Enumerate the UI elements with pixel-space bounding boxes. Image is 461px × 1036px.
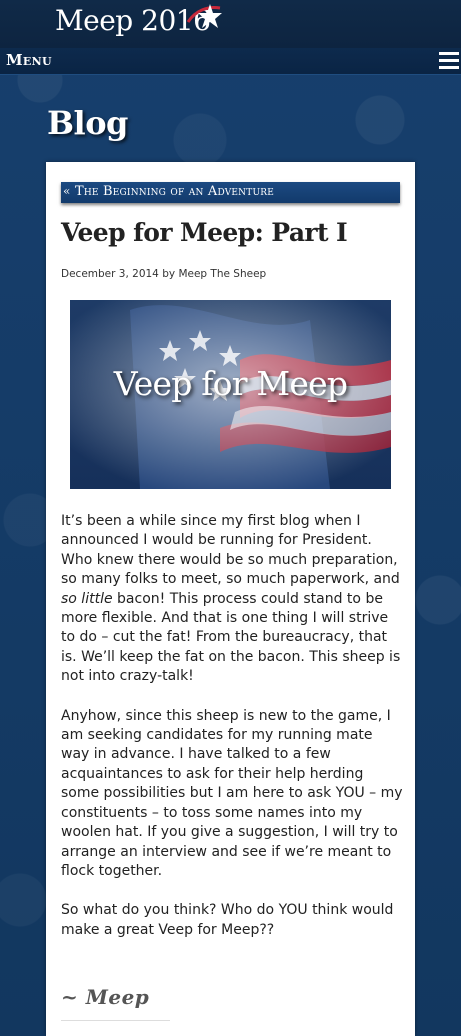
hamburger-menu-icon[interactable]	[439, 52, 459, 70]
double-chevron-left-icon: «	[63, 184, 71, 198]
post-paragraph-1: It’s been a while since my first blog wh…	[61, 513, 401, 685]
post-title: Veep for Meep: Part I	[61, 218, 348, 247]
previous-post-label: The Beginning of an Adventure	[75, 184, 274, 199]
banner-caption: Veep for Meep	[113, 364, 348, 403]
page-title: Blog	[47, 104, 128, 142]
star-icon	[186, 4, 222, 28]
post-paragraph-3: So what do you think? Who do YOU think w…	[61, 902, 394, 938]
post-date-link[interactable]: December 3, 2014	[61, 268, 159, 280]
post-meta: December 3, 2014 by Meep The Sheep	[61, 268, 266, 280]
post-by-label: by	[162, 268, 176, 280]
previous-post-link[interactable]: « The Beginning of an Adventure	[61, 182, 400, 203]
post-author-link[interactable]: Meep The Sheep	[178, 268, 266, 280]
menu-bar: Menu	[0, 48, 461, 75]
emphasis-text: so little	[61, 590, 113, 607]
post-paragraph-2: Anyhow, since this sheep is new to the g…	[61, 707, 403, 879]
post-body: It’s been a while since my first blog wh…	[61, 512, 403, 960]
menu-toggle-label[interactable]: Menu	[6, 51, 52, 69]
post-banner-image: Veep for Meep	[70, 300, 391, 489]
site-header: Meep 2016	[0, 0, 461, 48]
divider	[61, 1020, 170, 1021]
post-signature: ~ Meep	[61, 985, 150, 1009]
post-card: « The Beginning of an Adventure Veep for…	[46, 162, 415, 1036]
